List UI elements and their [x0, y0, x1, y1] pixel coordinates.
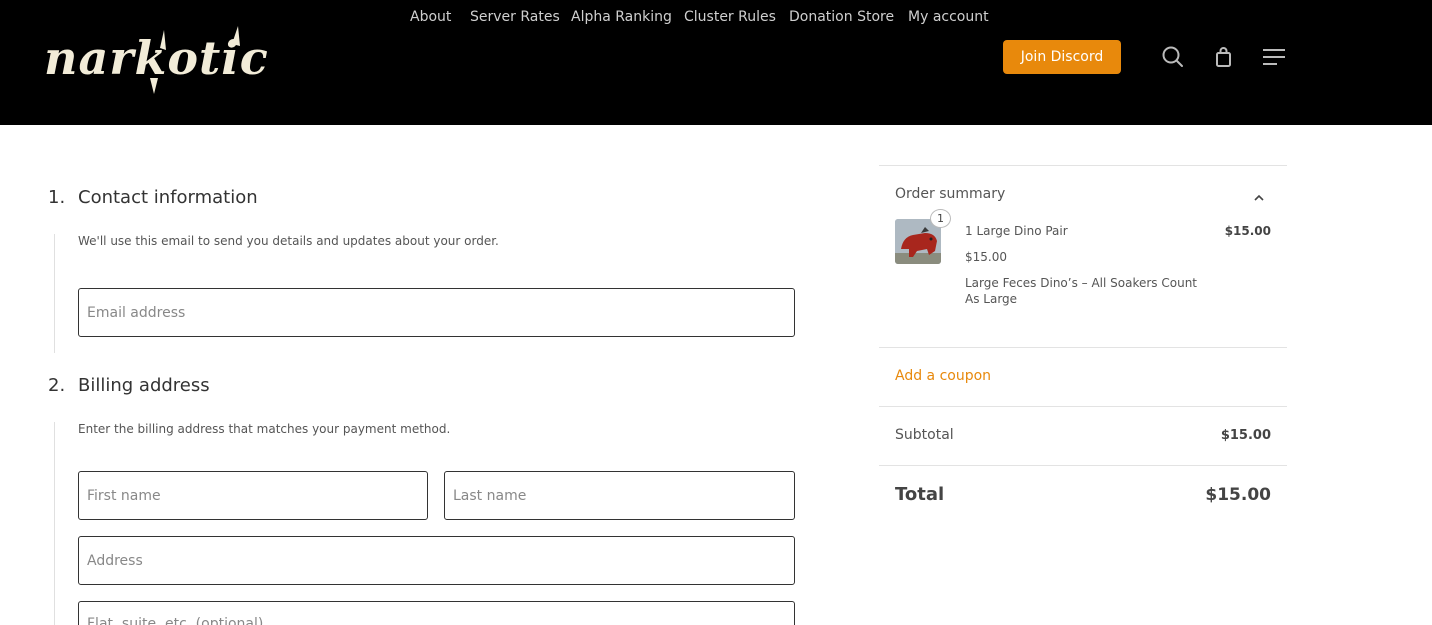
email-input[interactable] — [79, 289, 794, 336]
item-description: Large Feces Dino’s – All Soakers Count A… — [965, 276, 1198, 306]
shopping-bag-icon[interactable] — [1211, 44, 1237, 70]
last-name-field[interactable] — [444, 471, 795, 520]
nav-alpha-ranking[interactable]: Alpha Ranking — [571, 0, 672, 34]
total-value: $15.00 — [1205, 485, 1271, 505]
contact-step-description: We'll use this email to send you details… — [78, 234, 499, 248]
nav-my-account[interactable]: My account — [908, 0, 989, 34]
item-unit-price: $15.00 — [965, 250, 1007, 264]
email-field[interactable] — [78, 288, 795, 337]
address-input[interactable] — [79, 537, 794, 584]
nav-cluster-rules[interactable]: Cluster Rules — [684, 0, 776, 34]
contact-step-number: 1. — [48, 187, 66, 208]
subtotal-value: $15.00 — [1220, 428, 1271, 443]
nav-donation-store[interactable]: Donation Store — [789, 0, 894, 34]
menu-icon[interactable] — [1261, 44, 1287, 70]
first-name-input[interactable] — [79, 472, 427, 519]
join-discord-button[interactable]: Join Discord — [1003, 40, 1121, 74]
subtotal-label: Subtotal — [895, 427, 954, 443]
logo-text: narkotics — [44, 31, 267, 85]
order-summary-title: Order summary — [895, 186, 1006, 202]
add-coupon-link[interactable]: Add a coupon — [895, 368, 991, 384]
contact-step-line — [54, 234, 55, 353]
total-label: Total — [895, 484, 945, 505]
address-field[interactable] — [78, 536, 795, 585]
summary-divider — [879, 347, 1287, 348]
site-header: narkotics About Server Rates Alpha Ranki… — [0, 0, 1432, 125]
billing-step-number: 2. — [48, 375, 66, 396]
summary-divider-top — [879, 165, 1287, 166]
nav-about[interactable]: About — [410, 0, 451, 34]
billing-step-description: Enter the billing address that matches y… — [78, 422, 451, 436]
nav-server-rates[interactable]: Server Rates — [470, 0, 560, 34]
first-name-field[interactable] — [78, 471, 428, 520]
chevron-up-icon[interactable] — [1252, 190, 1266, 204]
quantity-badge: 1 — [930, 209, 951, 228]
item-name: 1 Large Dino Pair — [965, 224, 1068, 238]
billing-step-line — [54, 422, 55, 625]
billing-step-title: Billing address — [78, 375, 210, 396]
address2-input[interactable] — [79, 602, 794, 625]
site-logo[interactable]: narkotics — [42, 18, 295, 96]
summary-divider — [879, 465, 1287, 466]
last-name-input[interactable] — [445, 472, 794, 519]
contact-step-title: Contact information — [78, 187, 258, 208]
item-line-total: $15.00 — [1224, 224, 1271, 238]
address2-field[interactable] — [78, 601, 795, 625]
search-icon[interactable] — [1160, 44, 1186, 70]
summary-divider — [879, 406, 1287, 407]
